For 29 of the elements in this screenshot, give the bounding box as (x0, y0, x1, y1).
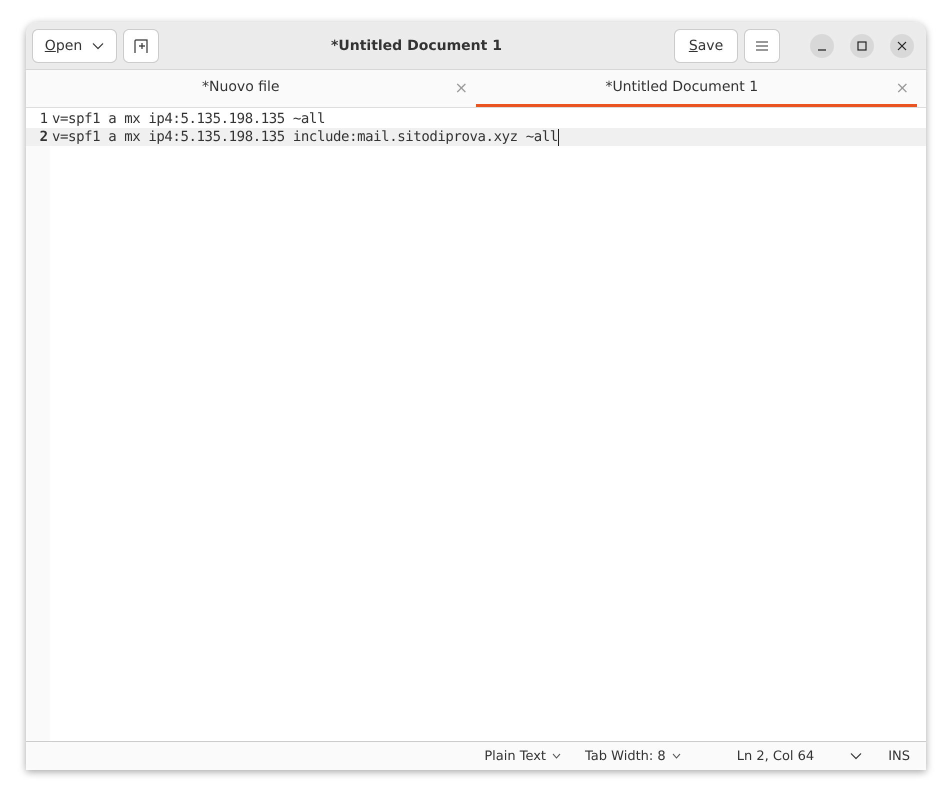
caret-icon (92, 42, 104, 50)
window-title: *Untitled Document 1 (330, 38, 503, 54)
insert-mode-indicator: INS (888, 748, 910, 764)
minimize-icon (818, 48, 826, 50)
save-button[interactable]: Save (674, 28, 738, 62)
document-tab[interactable]: *Nuovo file × (35, 70, 476, 107)
line-number: 2 (38, 129, 49, 145)
close-button[interactable] (890, 34, 914, 58)
tab-width-dropdown[interactable]: Tab Width: 8 (579, 748, 687, 764)
menu-icon (756, 40, 768, 50)
document-tab[interactable]: *Untitled Document 1 × (476, 70, 917, 107)
code-line: v=spf1 a mx ip4:5.135.198.135 ~all (52, 111, 325, 127)
menu-button[interactable] (744, 28, 780, 62)
maximize-icon (857, 40, 867, 50)
caret-icon[interactable] (850, 752, 862, 760)
tab-label: *Nuovo file (201, 79, 281, 95)
close-icon (897, 40, 907, 50)
maximize-button[interactable] (850, 34, 874, 58)
cursor-position: Ln 2, Col 64 (736, 748, 814, 764)
code-line: v=spf1 a mx ip4:5.135.198.135 include:mail.sitodiprova.xyz ~all (52, 129, 558, 145)
new-tab-icon (133, 38, 149, 54)
language-dropdown[interactable]: Plain Text (478, 748, 568, 764)
text-cursor (558, 128, 559, 146)
caret-icon (672, 753, 681, 759)
line-number: 1 (38, 111, 49, 127)
new-tab-button[interactable] (123, 28, 159, 62)
caret-icon (552, 753, 562, 759)
open-button[interactable]: Open (32, 28, 117, 62)
tab-label: *Untitled Document 1 (604, 79, 760, 95)
